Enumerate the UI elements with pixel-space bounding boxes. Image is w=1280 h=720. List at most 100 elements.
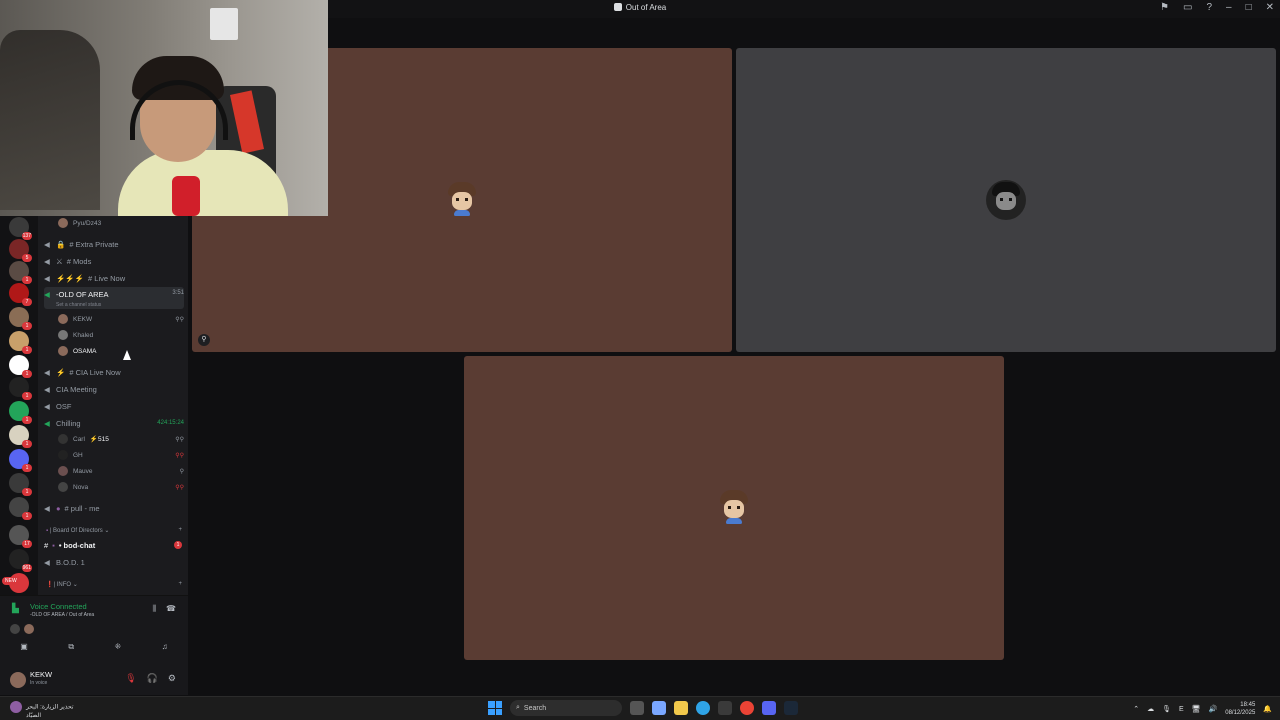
noise-suppression-icon[interactable]: ⫼ — [152, 604, 156, 614]
webcam-overlay — [0, 0, 328, 216]
add-channel-icon[interactable]: + — [178, 527, 182, 533]
add-channel-icon[interactable]: + — [178, 581, 182, 587]
channel-extra-private[interactable]: ◀ 🔒 # Extra Private — [44, 236, 184, 252]
voice-avatars — [10, 624, 34, 634]
disconnect-icon[interactable]: ☎ — [166, 604, 176, 614]
channel-bod-1[interactable]: ◀ B.O.D. 1 — [44, 554, 184, 570]
channel-cia-meeting[interactable]: ◀ CIA Meeting — [44, 381, 184, 397]
search-icon: ⌕ — [516, 704, 520, 711]
search-input[interactable]: ⌕ Search — [510, 700, 622, 716]
minimize-button[interactable]: – — [1226, 2, 1232, 13]
mute-mic-icon[interactable]: 🎙 — [125, 673, 136, 684]
category-info[interactable]: ❗| INFO ⌄ + — [46, 581, 182, 588]
voice-user[interactable]: KEKW ⚲⚲ — [58, 312, 184, 326]
file-explorer-icon[interactable] — [674, 701, 688, 715]
server-icon[interactable]: 137 — [9, 217, 32, 240]
server-icon[interactable]: 1 — [9, 355, 32, 378]
voice-user[interactable]: Khaled — [58, 328, 184, 342]
voice-user[interactable]: Carl ⚡515 ⚲⚲ — [58, 432, 184, 446]
chrome-icon[interactable] — [740, 701, 754, 715]
camera-icon[interactable]: ▣ — [20, 642, 28, 658]
news-widget[interactable]: تحذير الزيارة: البحر الصيّاد — [10, 701, 74, 720]
discord-icon[interactable] — [762, 701, 776, 715]
screen-share-icon[interactable]: ⧉ — [68, 642, 74, 658]
channel-cia-live-now[interactable]: ◀ ⚡ # CIA Live Now — [44, 364, 184, 380]
server-icon[interactable]: 1 — [9, 261, 32, 284]
avatar[interactable] — [10, 672, 26, 688]
channel-list: Pyu/Dz43 ◀ 🔒 # Extra Private ◀ ⚔ # Mods ◀ ⚡⚡⚡… — [38, 215, 188, 595]
channel-osf[interactable]: ◀ OSF — [44, 398, 184, 414]
channel-bod-chat[interactable]: # ▪ • bod-chat — [44, 537, 184, 553]
window-title-text: Out of Area — [625, 3, 667, 12]
voice-actions: ▣ ⧉ ⁜ ♫ — [0, 642, 188, 658]
server-icon[interactable]: 1 — [9, 473, 32, 496]
chevron-up-icon[interactable]: ⌃ — [1133, 705, 1139, 713]
server-icon[interactable]: 1 — [9, 497, 32, 520]
server-icon[interactable]: 1 — [9, 331, 32, 354]
close-button[interactable]: ✕ — [1266, 2, 1274, 13]
network-icon[interactable]: 🖥 — [1192, 705, 1201, 713]
server-icon[interactable]: 1 — [9, 377, 32, 400]
voice-channel-path[interactable]: -OLD OF AREA / Out of Area — [30, 612, 94, 618]
square-icon: ▪ — [46, 528, 49, 534]
voice-user[interactable]: Mauve ⚲ — [58, 464, 184, 478]
activities-icon[interactable]: ⁜ — [115, 642, 122, 658]
channel-chilling[interactable]: ◀ Chilling 424:15:24 — [44, 415, 184, 431]
channel-status[interactable]: Set a channel status — [56, 302, 101, 308]
task-view-icon[interactable] — [630, 701, 644, 715]
user-avatar — [714, 488, 754, 528]
category-board-of-directors[interactable]: ▪ | Board Of Directors ⌄ + — [46, 527, 182, 534]
steam-icon[interactable] — [784, 701, 798, 715]
screen-share-icon[interactable]: ▭ — [1183, 2, 1192, 13]
edge-icon[interactable] — [696, 701, 710, 715]
unread-badge: 1 — [174, 541, 182, 549]
deafen-icon[interactable]: 🎧 — [147, 673, 158, 684]
server-icon[interactable]: 7 — [9, 283, 32, 306]
server-icon[interactable]: 961 — [9, 549, 32, 572]
maximize-button[interactable]: □ — [1246, 2, 1252, 13]
store-icon[interactable] — [718, 701, 732, 715]
voice-user[interactable]: Pyu/Dz43 — [58, 216, 184, 230]
muted-headphones-icon: ⚲ — [198, 334, 210, 346]
username[interactable]: KEKW — [30, 670, 52, 679]
voice-status-title[interactable]: Voice Connected — [30, 602, 87, 611]
server-icon[interactable]: 17 — [9, 525, 32, 548]
speaker-icon: ◀ — [44, 402, 50, 411]
channel-pull-me[interactable]: ◀ ● # pull - me — [44, 500, 184, 516]
video-tile-3[interactable] — [464, 356, 1004, 660]
server-icon[interactable]: 5 — [9, 239, 32, 262]
soundboard-icon[interactable]: ♫ — [162, 642, 168, 658]
voice-user[interactable]: GH ⚲⚲ — [58, 448, 184, 462]
channel-timer: 424:15:24 — [157, 420, 184, 426]
speaker-icon: ◀ — [44, 240, 50, 249]
volume-icon[interactable]: 🔊 — [1209, 705, 1218, 713]
server-icon[interactable]: NEW — [2, 573, 29, 593]
gear-icon[interactable]: ⚙ — [168, 673, 176, 684]
signal-icon[interactable]: ▙ — [12, 603, 22, 613]
notification-bell-icon[interactable]: 🔔 — [1263, 705, 1272, 713]
windows-start-icon[interactable] — [488, 701, 502, 715]
video-tile-2[interactable] — [736, 48, 1276, 352]
server-icon[interactable]: 1 — [9, 401, 32, 424]
mic-icon[interactable]: 🎙 — [1162, 705, 1171, 713]
voice-user[interactable]: Nova ⚲⚲ — [58, 480, 184, 494]
channel-live-now[interactable]: ◀ ⚡⚡⚡ # Live Now — [44, 270, 184, 286]
help-icon[interactable]: ? — [1206, 2, 1212, 13]
server-icon[interactable]: 1 — [9, 425, 32, 448]
cloud-icon[interactable]: ☁ — [1147, 705, 1154, 713]
deafened-icon: ⚲⚲ — [175, 452, 184, 459]
voice-connected-panel: ▙ Voice Connected -OLD OF AREA / Out of … — [0, 595, 188, 665]
inbox-icon[interactable]: ⚑ — [1160, 2, 1169, 13]
language-indicator[interactable]: E — [1179, 706, 1184, 713]
voice-user[interactable]: OSAMA — [58, 344, 184, 358]
server-icon[interactable]: 1 — [9, 449, 32, 472]
voice-channel-icon — [613, 3, 622, 11]
lock-icon: 🔒 — [56, 239, 66, 249]
copilot-icon[interactable] — [652, 701, 666, 715]
speaker-icon: ◀ — [44, 419, 50, 428]
clock[interactable]: 18:45 08/12/2025 — [1225, 701, 1255, 717]
channel-mods[interactable]: ◀ ⚔ # Mods — [44, 253, 184, 269]
server-icon[interactable]: 1 — [9, 307, 32, 330]
speaker-icon: ◀ — [44, 257, 50, 266]
muted-icon: ⚲⚲ — [175, 316, 184, 323]
